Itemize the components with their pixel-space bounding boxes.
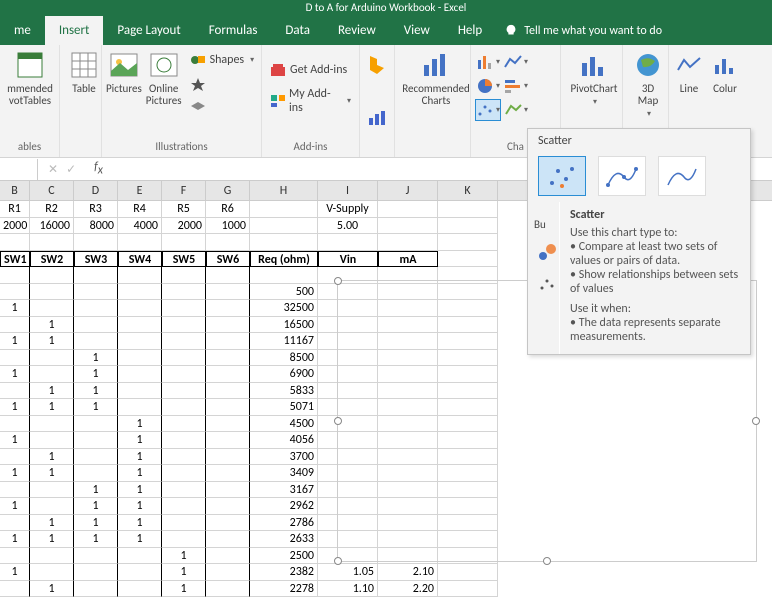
resize-handle[interactable] (334, 417, 342, 425)
fx-icon[interactable]: fx (86, 160, 103, 177)
resize-handle[interactable] (334, 277, 342, 285)
recommended-charts-button[interactable]: Recommended Charts (399, 47, 473, 107)
pie-chart-button[interactable]: ▾ (475, 75, 501, 97)
get-addins-button[interactable]: Get Add-ins (266, 61, 355, 79)
scatter-chart-button[interactable]: ▾ (475, 99, 501, 121)
scatter-plain-option[interactable] (538, 156, 586, 196)
addins-group-label: Add-ins (266, 140, 355, 155)
icons-button[interactable] (186, 75, 259, 93)
surface-chart-button[interactable]: ▾ (503, 99, 529, 121)
column-chart-button[interactable]: ▾ (475, 51, 501, 73)
tell-me-label: Tell me what you want to do (524, 24, 662, 38)
bubble-label: Bu (534, 218, 553, 231)
3d-models-button[interactable] (186, 99, 259, 117)
enter-icon[interactable]: ✓ (66, 162, 76, 177)
scatter-smooth-option[interactable] (598, 156, 646, 196)
sparkline-column-button[interactable]: Colur (709, 47, 741, 95)
illustrations-group-label: Illustrations (106, 140, 257, 155)
line-chart-button[interactable]: ▾ (503, 51, 529, 73)
bing-maps-button[interactable] (361, 47, 393, 81)
tab-view[interactable]: View (390, 16, 444, 45)
bar-chart-button[interactable]: ▾ (503, 75, 529, 97)
more-scatter-option[interactable] (534, 273, 560, 295)
table-row[interactable]: 1123821.052.10 (0, 564, 772, 581)
recommended-pivottables-button[interactable]: mmended votTables (4, 47, 56, 107)
ribbon-tabs: me Insert Page Layout Formulas Data Revi… (0, 16, 772, 45)
my-addins-button[interactable]: My Add-ins▾ (266, 85, 355, 117)
title-bar: D to A for Arduino Workbook - Excel (0, 0, 772, 16)
table-button[interactable]: Table (64, 47, 104, 95)
tab-data[interactable]: Data (271, 16, 324, 45)
3d-map-button[interactable]: 3D Map▾ (627, 47, 669, 119)
tab-review[interactable]: Review (324, 16, 390, 45)
addins-icon (270, 94, 285, 108)
tab-insert[interactable]: Insert (45, 16, 104, 45)
popover-section-title: Scatter (528, 129, 750, 150)
tab-formulas[interactable]: Formulas (195, 16, 272, 45)
shapes-icon (190, 53, 206, 67)
people-graph-button[interactable] (364, 107, 390, 129)
resize-handle[interactable] (752, 417, 760, 425)
pictures-button[interactable]: Pictures (106, 47, 142, 95)
pivotchart-button[interactable]: PivotChart▾ (565, 47, 623, 107)
tell-me[interactable]: Tell me what you want to do (504, 16, 662, 45)
tables-group-label: ables (4, 140, 55, 155)
name-box[interactable] (0, 159, 38, 180)
tab-page-layout[interactable]: Page Layout (103, 16, 194, 45)
scatter-tooltip: Scatter Bu Scatter Use this chart type t… (527, 128, 751, 355)
table-row[interactable]: 1122781.102.20 (0, 581, 772, 598)
lightbulb-icon (504, 24, 518, 38)
resize-handle[interactable] (543, 557, 551, 565)
tab-help[interactable]: Help (444, 16, 496, 45)
tooltip-body: Scatter Use this chart type to: • Compar… (560, 202, 750, 354)
bubble-option[interactable] (534, 241, 560, 263)
scatter-smooth-nomarker-option[interactable] (658, 156, 706, 196)
store-icon (270, 63, 286, 77)
cancel-icon[interactable]: ✕ (48, 162, 58, 177)
sparkline-line-button[interactable]: Line (673, 47, 705, 95)
resize-handle[interactable] (334, 557, 342, 565)
shapes-button[interactable]: Shapes▾ (186, 51, 259, 69)
tab-home[interactable]: me (0, 16, 45, 45)
online-pictures-button[interactable]: Online Pictures (146, 47, 182, 107)
